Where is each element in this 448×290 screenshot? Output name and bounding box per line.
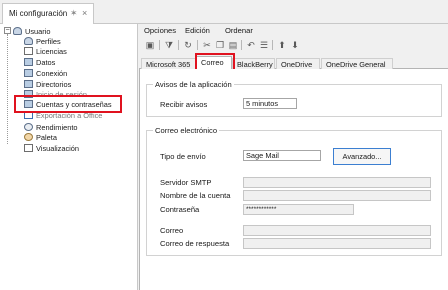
settings-tabs: Microsoft 365 Correo BlackBerry OneDrive…: [139, 55, 448, 69]
tree-item-directorios[interactable]: Directorios: [24, 79, 71, 89]
tree-item-visualizacion[interactable]: Visualización: [24, 143, 79, 153]
document-tab-title: Mi configuración: [9, 9, 68, 18]
group-avisos-title: Avisos de la aplicación: [153, 80, 234, 89]
servidor-smtp-label: Servidor SMTP: [160, 178, 212, 187]
servidor-smtp-input[interactable]: [243, 177, 431, 188]
tree-item-label: Datos: [36, 57, 56, 67]
menu-edicion[interactable]: Edición: [185, 26, 210, 35]
highlight-box-accounts: [14, 95, 122, 113]
tree-item-label: Rendimiento: [36, 122, 78, 132]
settings-tree: − Usuario Perfiles Licencias Datos Conex…: [0, 24, 138, 290]
menu-opciones[interactable]: Opciones: [144, 26, 176, 35]
toolbar: ▣ ⧩ ↻ ✂ ❐ ▤ ↶ ☰ ⬆ ⬇: [139, 37, 448, 53]
correo-respuesta-input[interactable]: [243, 238, 431, 249]
filter-icon[interactable]: ⧩: [163, 39, 175, 51]
group-correo-title: Correo electrónico: [153, 126, 220, 135]
document-tab[interactable]: Mi configuración ✶ ×: [2, 3, 94, 24]
tree-item-label: Visualización: [36, 143, 80, 153]
directories-icon: [24, 80, 33, 88]
tab-onedrive-general[interactable]: OneDrive General: [321, 58, 393, 69]
tree-item-rendimiento[interactable]: Rendimiento: [24, 122, 78, 132]
avanzado-button[interactable]: Avanzado...: [333, 148, 391, 165]
performance-icon: [24, 123, 33, 131]
licenses-icon: [24, 47, 33, 55]
save-icon[interactable]: ▣: [144, 39, 156, 51]
properties-icon[interactable]: ☰: [258, 39, 270, 51]
tree-item-label: Directorios: [36, 79, 72, 89]
document-tabstrip: Mi configuración ✶ ×: [0, 0, 448, 24]
collapse-toggle[interactable]: −: [4, 27, 11, 34]
tree-item-datos[interactable]: Datos: [24, 57, 55, 67]
tree-item-licencias[interactable]: Licencias: [24, 46, 67, 56]
move-down-icon[interactable]: ⬇: [289, 39, 301, 51]
toolbar-separator: [241, 40, 242, 50]
toolbar-separator: [197, 40, 198, 50]
tree-guide-line: [7, 34, 8, 144]
profiles-icon: [24, 37, 33, 45]
user-icon: [13, 27, 22, 35]
correo-respuesta-label: Correo de respuesta: [160, 239, 230, 248]
copy-icon[interactable]: ❐: [214, 39, 226, 51]
refresh-icon[interactable]: ↻: [182, 39, 194, 51]
toolbar-separator: [272, 40, 273, 50]
close-icon[interactable]: ×: [82, 8, 92, 18]
menu-ordenar[interactable]: Ordenar: [225, 26, 253, 35]
tree-item-perfiles[interactable]: Perfiles: [24, 36, 61, 46]
toolbar-separator: [178, 40, 179, 50]
password-label: Contraseña: [160, 205, 200, 214]
tab-blackberry[interactable]: BlackBerry: [232, 58, 275, 69]
pin-icon[interactable]: ✶: [70, 8, 80, 18]
nombre-cuenta-label: Nombre de la cuenta: [160, 191, 231, 200]
tree-item-label: Perfiles: [36, 36, 61, 46]
undo-icon[interactable]: ↶: [245, 39, 257, 51]
tab-microsoft-365[interactable]: Microsoft 365: [141, 58, 196, 69]
tree-item-usuario[interactable]: Usuario: [13, 26, 50, 36]
palette-icon: [24, 133, 33, 141]
toolbar-separator: [159, 40, 160, 50]
cut-icon[interactable]: ✂: [201, 39, 213, 51]
nombre-cuenta-input[interactable]: [243, 190, 431, 201]
tipo-envio-select[interactable]: Sage Mail: [243, 150, 321, 161]
password-input[interactable]: ************: [243, 204, 354, 215]
recibir-avisos-input[interactable]: 5 minutos: [243, 98, 297, 109]
paste-icon[interactable]: ▤: [227, 39, 239, 51]
data-icon: [24, 58, 33, 66]
tipo-envio-label: Tipo de envío: [160, 152, 206, 161]
tree-item-conexion[interactable]: Conexión: [24, 68, 67, 78]
tab-content-correo: Avisos de la aplicación Recibir avisos 5…: [139, 69, 448, 290]
tree-item-paleta[interactable]: Paleta: [24, 132, 57, 142]
tree-item-label: Licencias: [36, 46, 67, 56]
recibir-avisos-label: Recibir avisos: [160, 100, 208, 109]
tree-item-label: Usuario: [25, 26, 51, 36]
correo-label: Correo: [160, 226, 184, 235]
connection-icon: [24, 69, 33, 77]
tab-onedrive[interactable]: OneDrive: [276, 58, 320, 69]
display-icon: [24, 144, 33, 152]
correo-input[interactable]: [243, 225, 431, 236]
tree-item-label: Conexión: [36, 68, 68, 78]
move-up-icon[interactable]: ⬆: [276, 39, 288, 51]
tree-item-label: Paleta: [36, 132, 57, 142]
menu-bar: Opciones Edición Ordenar: [139, 24, 448, 36]
